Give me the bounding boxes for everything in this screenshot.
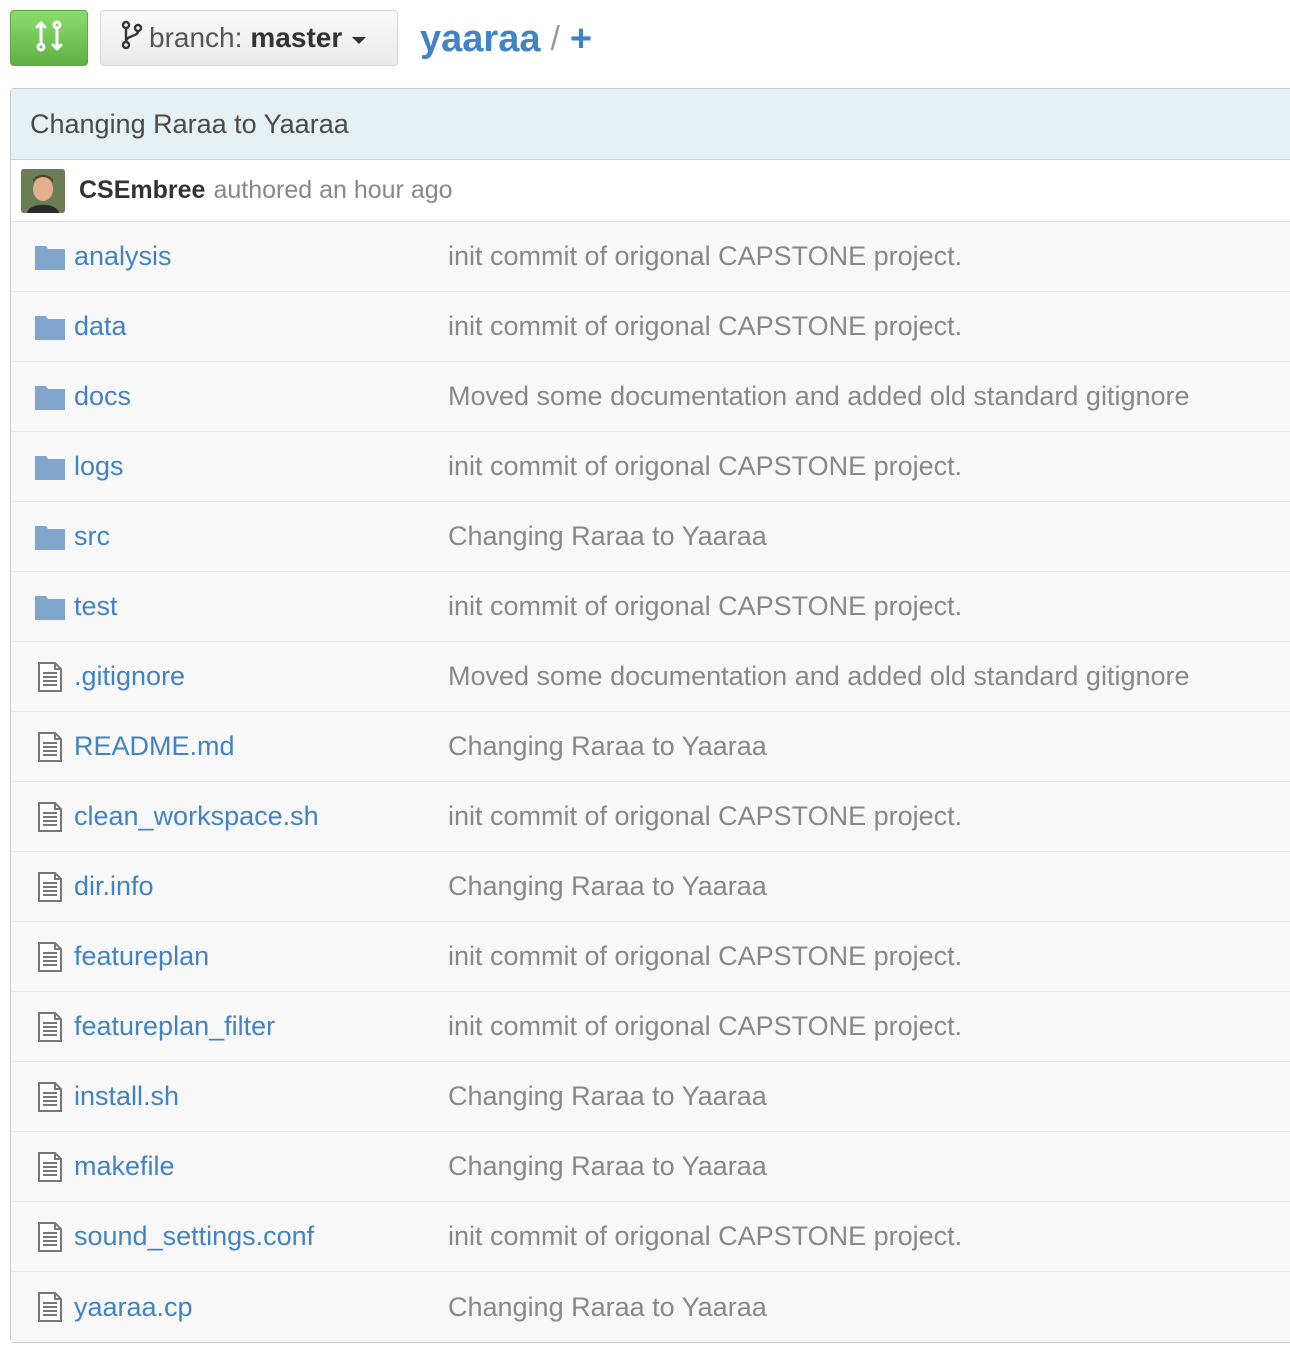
file-name-link[interactable]: featureplan — [74, 941, 209, 972]
file-row[interactable]: README.md Changing Raraa to Yaaraa — [11, 712, 1290, 782]
file-name-link[interactable]: install.sh — [74, 1081, 179, 1112]
file-row[interactable]: docs Moved some documentation and added o… — [11, 362, 1290, 432]
file-browser: Changing Raraa to Yaaraa CSEmbree author… — [10, 88, 1290, 1343]
file-name-link[interactable]: docs — [74, 381, 131, 412]
toolbar: branch: master yaaraa / + — [10, 10, 1290, 66]
file-row[interactable]: dir.info Changing Raraa to Yaaraa — [11, 852, 1290, 922]
commit-message-link[interactable]: Changing Raraa to Yaaraa — [448, 1292, 767, 1323]
branch-value: master — [250, 22, 343, 53]
file-icon — [33, 1220, 67, 1254]
file-name-link[interactable]: README.md — [74, 731, 235, 762]
commit-message-link[interactable]: init commit of origonal CAPSTONE project… — [448, 941, 962, 972]
file-row[interactable]: .gitignore Moved some documentation and a… — [11, 642, 1290, 712]
file-row[interactable]: featureplan init commit of origonal CAPST… — [11, 922, 1290, 992]
commit-message[interactable]: Changing Raraa to Yaaraa — [30, 109, 349, 140]
file-name-link[interactable]: clean_workspace.sh — [74, 801, 319, 832]
repo-link[interactable]: yaaraa — [420, 18, 540, 61]
file-row[interactable]: clean_workspace.sh init commit of origona… — [11, 782, 1290, 852]
file-name-link[interactable]: src — [74, 521, 110, 552]
file-name-link[interactable]: data — [74, 311, 127, 342]
breadcrumb: yaaraa / + — [420, 14, 592, 64]
commit-message-link[interactable]: init commit of origonal CAPSTONE project… — [448, 801, 962, 832]
file-name-link[interactable]: makefile — [74, 1151, 175, 1182]
file-row[interactable]: yaaraa.cp Changing Raraa to Yaaraa — [11, 1272, 1290, 1342]
compare-icon — [32, 19, 66, 58]
commit-author[interactable]: CSEmbree — [79, 176, 205, 205]
file-name-link[interactable]: analysis — [74, 241, 172, 272]
file-row[interactable]: test init commit of origonal CAPSTONE pro… — [11, 572, 1290, 642]
commit-message-link[interactable]: Moved some documentation and added old s… — [448, 381, 1190, 412]
file-icon — [33, 1010, 67, 1044]
commit-message-link[interactable]: init commit of origonal CAPSTONE project… — [448, 311, 962, 342]
commit-title: Changing Raraa to Yaaraa — [11, 89, 1290, 160]
file-name-link[interactable]: yaaraa.cp — [74, 1292, 193, 1323]
file-row[interactable]: sound_settings.conf init commit of origon… — [11, 1202, 1290, 1272]
file-icon — [33, 800, 67, 834]
branch-icon — [121, 20, 143, 57]
file-row[interactable]: analysis init commit of origonal CAPSTONE… — [11, 222, 1290, 292]
file-icon — [33, 660, 67, 694]
commit-message-link[interactable]: Changing Raraa to Yaaraa — [448, 731, 767, 762]
avatar[interactable] — [21, 168, 65, 213]
file-icon — [33, 730, 67, 764]
folder-icon — [33, 310, 67, 344]
file-icon — [33, 870, 67, 904]
commit-message-link[interactable]: Moved some documentation and added old s… — [448, 661, 1190, 692]
file-name-link[interactable]: logs — [74, 451, 124, 482]
file-row[interactable]: src Changing Raraa to Yaaraa — [11, 502, 1290, 572]
file-name-link[interactable]: sound_settings.conf — [74, 1221, 314, 1252]
file-row[interactable]: logs init commit of origonal CAPSTONE pro… — [11, 432, 1290, 502]
file-icon — [33, 940, 67, 974]
commit-message-link[interactable]: Changing Raraa to Yaaraa — [448, 1081, 767, 1112]
branch-selector[interactable]: branch: master — [100, 10, 398, 66]
file-name-link[interactable]: dir.info — [74, 871, 154, 902]
commit-message-link[interactable]: init commit of origonal CAPSTONE project… — [448, 241, 962, 272]
commit-message-link[interactable]: init commit of origonal CAPSTONE project… — [448, 591, 962, 622]
commit-message-link[interactable]: init commit of origonal CAPSTONE project… — [448, 1221, 962, 1252]
file-list: analysis init commit of origonal CAPSTONE… — [11, 222, 1290, 1342]
file-row[interactable]: data init commit of origonal CAPSTONE pro… — [11, 292, 1290, 362]
commit-time: authored an hour ago — [213, 176, 453, 204]
folder-icon — [33, 520, 67, 554]
file-icon — [33, 1150, 67, 1184]
file-row[interactable]: featureplan_filter init commit of origona… — [11, 992, 1290, 1062]
file-row[interactable]: install.sh Changing Raraa to Yaaraa — [11, 1062, 1290, 1132]
folder-icon — [33, 240, 67, 274]
file-row[interactable]: makefile Changing Raraa to Yaaraa — [11, 1132, 1290, 1202]
folder-icon — [33, 450, 67, 484]
commit-message-link[interactable]: Changing Raraa to Yaaraa — [448, 1151, 767, 1182]
commit-message-link[interactable]: init commit of origonal CAPSTONE project… — [448, 451, 962, 482]
file-name-link[interactable]: featureplan_filter — [74, 1011, 275, 1042]
breadcrumb-separator: / — [550, 19, 560, 58]
commit-message-link[interactable]: Changing Raraa to Yaaraa — [448, 871, 767, 902]
commit-meta: CSEmbree authored an hour ago — [11, 160, 1290, 222]
commit-message-link[interactable]: Changing Raraa to Yaaraa — [448, 521, 767, 552]
add-file-button[interactable]: + — [570, 18, 592, 61]
file-name-link[interactable]: test — [74, 591, 118, 622]
chevron-down-icon — [352, 36, 367, 44]
folder-icon — [33, 590, 67, 624]
branch-label: branch: — [149, 22, 243, 53]
commit-message-link[interactable]: init commit of origonal CAPSTONE project… — [448, 1011, 962, 1042]
file-icon — [33, 1290, 67, 1324]
compare-button[interactable] — [10, 10, 88, 66]
file-name-link[interactable]: .gitignore — [74, 661, 185, 692]
folder-icon — [33, 380, 67, 414]
file-icon — [33, 1080, 67, 1114]
